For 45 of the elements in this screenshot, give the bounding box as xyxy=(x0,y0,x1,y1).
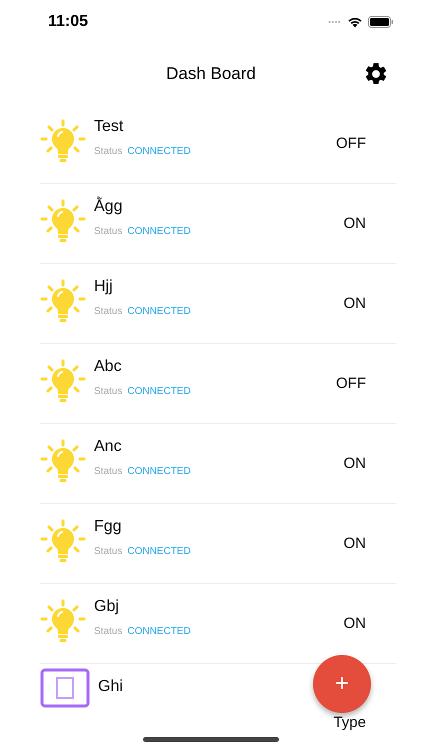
status-value: CONNECTED xyxy=(127,226,191,237)
status-value: CONNECTED xyxy=(127,146,191,157)
light-bulb-icon xyxy=(40,598,86,644)
light-bulb-icon xyxy=(40,358,86,404)
settings-icon[interactable] xyxy=(363,61,389,87)
screen-title: Dash Board xyxy=(166,64,256,84)
status-label: Status xyxy=(94,626,122,637)
light-bulb-icon xyxy=(40,278,86,324)
device-name: Hjj xyxy=(94,278,114,296)
device-name: Anc xyxy=(94,438,123,456)
device-name: Gbj xyxy=(94,598,120,616)
status-time: 11:05 xyxy=(48,13,88,31)
status-label: Status xyxy=(94,386,122,397)
device-state[interactable]: OFF xyxy=(336,375,366,392)
device-name: Fgg xyxy=(94,518,123,536)
device-state[interactable]: ON xyxy=(344,535,366,552)
status-label: Status xyxy=(94,546,122,557)
light-bulb-icon xyxy=(40,198,86,244)
status-value: CONNECTED xyxy=(127,386,191,397)
device-state[interactable]: ON xyxy=(344,455,366,472)
device-name: Test xyxy=(94,118,124,136)
light-bulb-icon xyxy=(40,438,86,484)
status-value: CONNECTED xyxy=(127,306,191,317)
device-state[interactable]: OFF xyxy=(336,135,366,152)
device-name: Abc xyxy=(94,358,123,376)
signal-icon xyxy=(328,20,342,24)
status-value: CONNECTED xyxy=(127,466,191,477)
status-label: Status xyxy=(94,226,122,237)
device-state[interactable]: ON xyxy=(344,615,366,632)
device-state[interactable]: ON xyxy=(344,295,366,312)
status-value: CONNECTED xyxy=(127,626,191,637)
device-name: Ghi xyxy=(98,678,124,696)
status-label: Status xyxy=(94,146,122,157)
light-bulb-icon xyxy=(40,118,86,164)
panel-icon xyxy=(40,668,90,708)
battery-icon xyxy=(368,16,394,28)
device-state[interactable]: Type xyxy=(333,714,366,731)
device-name: Ằgg xyxy=(94,198,124,216)
add-button[interactable]: + xyxy=(313,655,371,713)
status-label: Status xyxy=(94,306,122,317)
wifi-icon xyxy=(347,16,363,28)
device-state[interactable]: ON xyxy=(344,215,366,232)
status-value: CONNECTED xyxy=(127,546,191,557)
status-label: Status xyxy=(94,466,122,477)
light-bulb-icon xyxy=(40,518,86,564)
